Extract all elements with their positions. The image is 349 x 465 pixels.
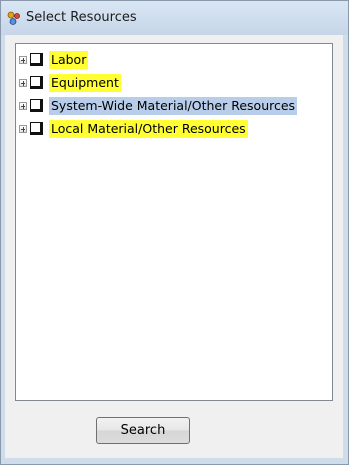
checkbox[interactable]: [30, 53, 43, 66]
button-bar: Search: [15, 407, 333, 458]
resource-tree[interactable]: Labor Equipment System-Wide Material/Oth…: [15, 43, 333, 401]
resources-app-icon: [6, 10, 22, 26]
tree-node-label[interactable]: System-Wide Material/Other Resources: [49, 97, 298, 115]
checkbox[interactable]: [30, 76, 43, 89]
window-title: Select Resources: [26, 10, 137, 25]
dialog-body: Labor Equipment System-Wide Material/Oth…: [5, 35, 343, 458]
tree-node-system-wide-material[interactable]: System-Wide Material/Other Resources: [16, 97, 332, 117]
select-resources-window: Select Resources Labor Equipment System-…: [0, 0, 349, 465]
tree-node-label[interactable]: Equipment: [49, 74, 121, 92]
checkbox[interactable]: [30, 99, 43, 112]
expand-plus-icon[interactable]: [19, 56, 27, 64]
tree-node-equipment[interactable]: Equipment: [16, 74, 332, 94]
tree-node-local-material[interactable]: Local Material/Other Resources: [16, 120, 332, 140]
search-button[interactable]: Search: [96, 417, 190, 444]
tree-node-labor[interactable]: Labor: [16, 51, 332, 71]
title-bar[interactable]: Select Resources: [1, 1, 348, 35]
tree-node-label[interactable]: Local Material/Other Resources: [49, 120, 248, 138]
expand-plus-icon[interactable]: [19, 102, 27, 110]
expand-plus-icon[interactable]: [19, 79, 27, 87]
expand-plus-icon[interactable]: [19, 125, 27, 133]
checkbox[interactable]: [30, 122, 43, 135]
tree-node-label[interactable]: Labor: [49, 51, 89, 69]
